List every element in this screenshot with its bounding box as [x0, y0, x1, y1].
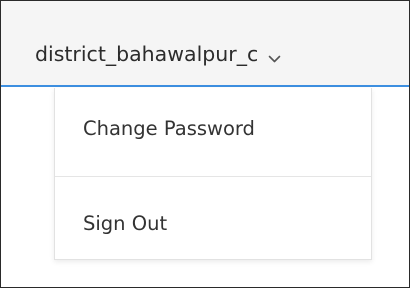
change-password-menu-item[interactable]: Change Password — [55, 106, 371, 150]
app-window: district_bahawalpur_c Change Password Si… — [0, 0, 410, 288]
menu-divider — [55, 176, 371, 177]
username-label: district_bahawalpur_c — [35, 42, 259, 66]
change-password-label: Change Password — [83, 116, 255, 140]
top-navbar: district_bahawalpur_c — [1, 1, 409, 87]
chevron-down-icon — [268, 49, 281, 63]
sign-out-label: Sign Out — [83, 211, 168, 235]
user-dropdown-menu: Change Password Sign Out — [54, 88, 372, 260]
user-menu-toggle[interactable]: district_bahawalpur_c — [35, 41, 281, 67]
sign-out-menu-item[interactable]: Sign Out — [55, 201, 371, 245]
